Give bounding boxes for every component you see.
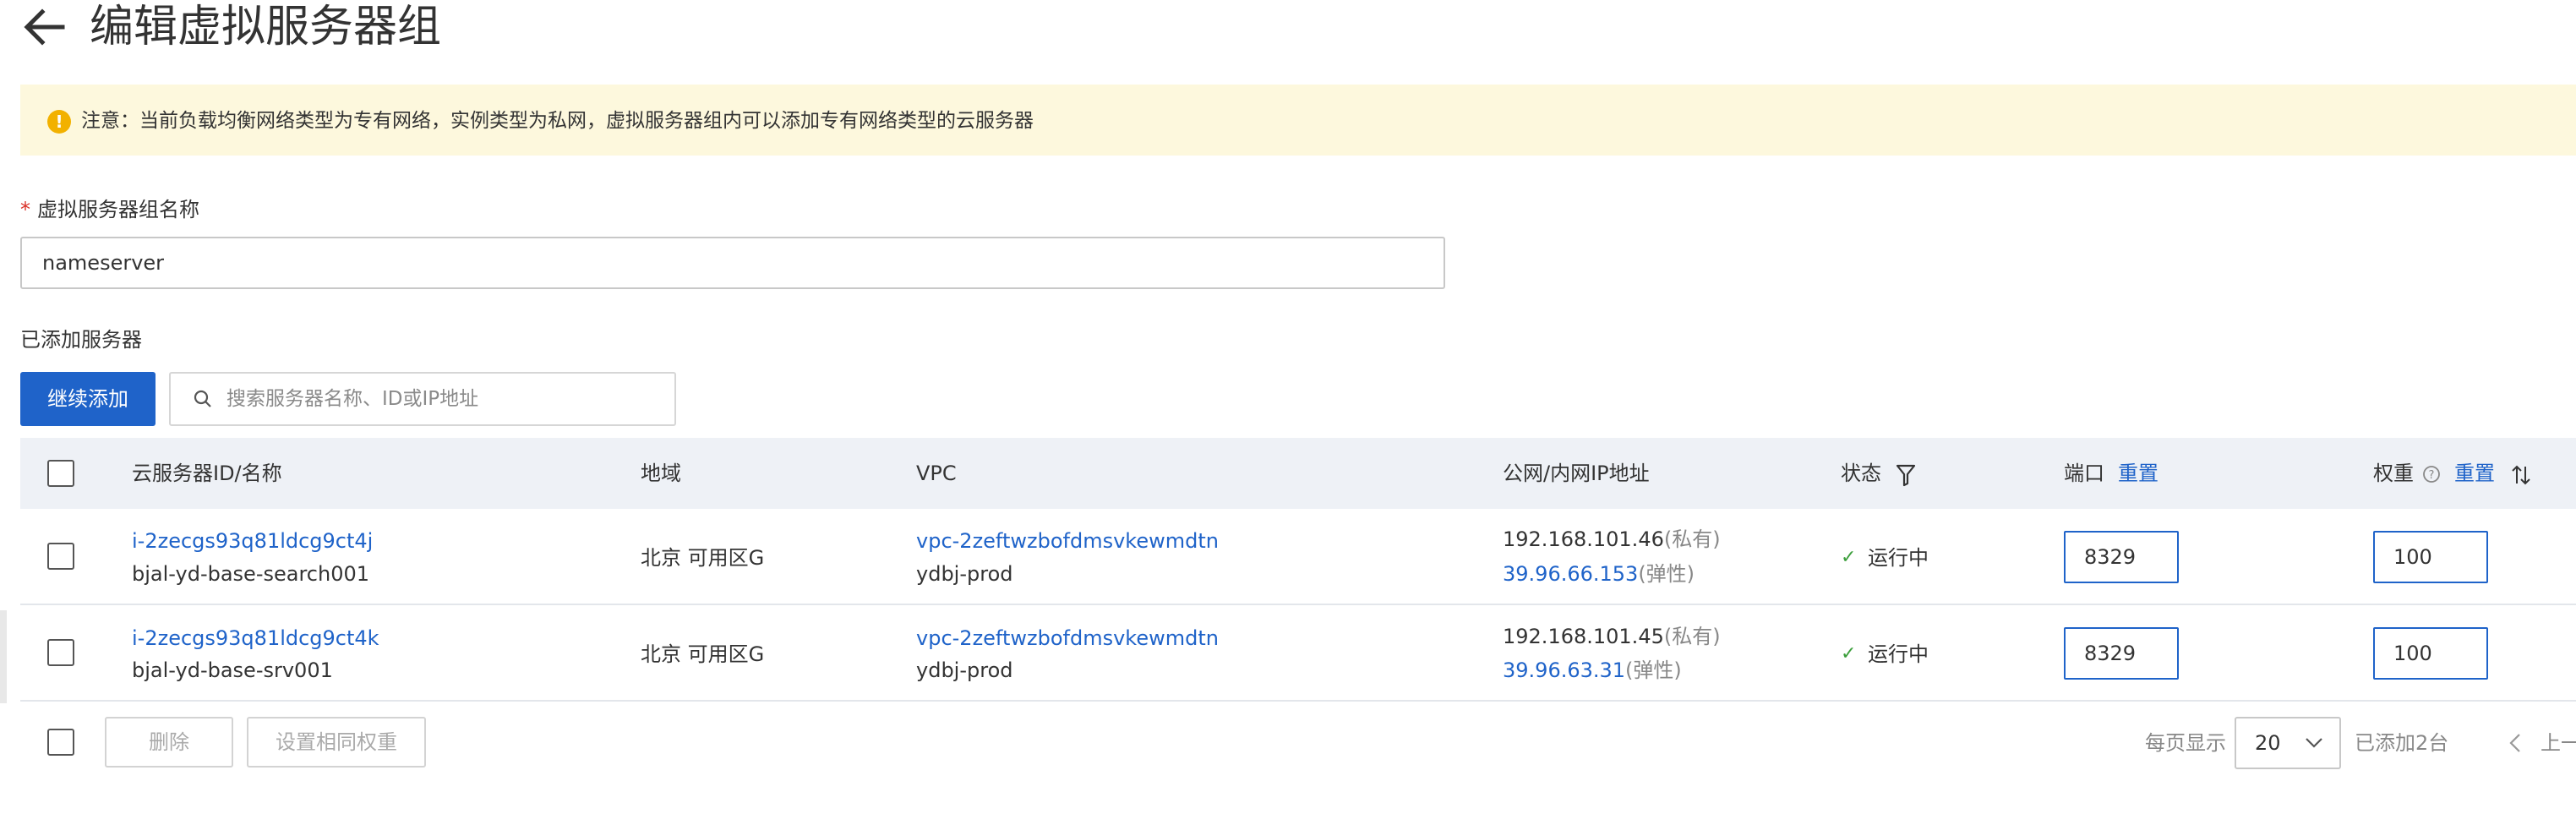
public-ip: 39.96.63.31(弹性) (1503, 653, 1682, 687)
region-cell: 北京 可用区G (641, 546, 765, 570)
search-icon (194, 390, 211, 407)
table-row (20, 509, 2576, 605)
search-input[interactable] (226, 377, 666, 421)
vpc-name: ydbj-prod (916, 658, 1013, 682)
public-ip-tag: (弹性) (1625, 658, 1682, 682)
port-input[interactable] (2064, 531, 2179, 583)
col-weight: 权重 (2373, 462, 2414, 485)
prev-page-link[interactable]: 上一 (2541, 726, 2576, 760)
page-size-value: 20 (2255, 731, 2281, 755)
group-name-label: * 虚拟服务器组名称 (20, 194, 199, 225)
weight-input[interactable] (2373, 531, 2488, 583)
delete-button[interactable]: 删除 (105, 717, 233, 768)
public-ip-link[interactable]: 39.96.66.153 (1503, 562, 1638, 586)
added-count: 已添加2台 (2355, 731, 2449, 755)
help-icon[interactable]: ? (2422, 465, 2441, 484)
col-server: 云服务器ID/名称 (132, 462, 282, 485)
status-text: 运行中 (1868, 546, 1929, 570)
set-same-weight-button[interactable]: 设置相同权重 (247, 717, 426, 768)
page-title: 编辑虚拟服务器组 (90, 2, 442, 52)
back-arrow-icon[interactable] (20, 3, 68, 51)
vpc-id-link[interactable]: vpc-2zeftwzbofdmsvkewmdtn (916, 621, 1219, 655)
instance-name: bjal-yd-base-srv001 (132, 658, 333, 682)
private-ip-tag: (私有) (1663, 625, 1721, 648)
instance-id-link[interactable]: i-2zecgs93q81ldcg9ct4j (132, 524, 373, 558)
vpc-id-link[interactable]: vpc-2zeftwzbofdmsvkewmdtn (916, 524, 1219, 558)
chevron-left-icon[interactable] (2508, 732, 2522, 754)
check-icon: ✓ (1841, 547, 1857, 568)
instance-name: bjal-yd-base-search001 (132, 562, 370, 586)
chevron-down-icon (2306, 738, 2322, 748)
private-ip: 192.168.101.45(私有) (1503, 620, 1721, 653)
public-ip-link[interactable]: 39.96.63.31 (1503, 658, 1625, 682)
table-row (20, 605, 2576, 702)
private-ip-tag: (私有) (1663, 527, 1721, 551)
warning-icon: ! (47, 110, 71, 134)
col-status: 状态 (1841, 462, 1881, 485)
select-all-checkbox[interactable] (47, 460, 74, 487)
port-reset-link[interactable]: 重置 (2118, 459, 2158, 488)
vpc-name: ydbj-prod (916, 562, 1013, 586)
private-ip: 192.168.101.46(私有) (1503, 522, 1721, 556)
per-page-label: 每页显示 (2145, 731, 2226, 755)
col-vpc: VPC (916, 462, 957, 485)
col-region: 地域 (641, 462, 681, 485)
continue-add-button[interactable]: 继续添加 (20, 372, 156, 426)
weight-reset-link[interactable]: 重置 (2454, 459, 2495, 488)
row-checkbox[interactable] (47, 639, 74, 666)
table-header (20, 438, 2576, 509)
public-ip-tag: (弹性) (1638, 562, 1695, 586)
check-icon: ✓ (1841, 643, 1857, 664)
status-text: 运行中 (1868, 642, 1929, 666)
svg-text:?: ? (2429, 469, 2435, 482)
notice-text: 注意：当前负载均衡网络类型为专有网络，实例类型为私网，虚拟服务器组内可以添加专有… (81, 110, 1034, 132)
col-port: 端口 (2064, 462, 2104, 485)
instance-id-link[interactable]: i-2zecgs93q81ldcg9ct4k (132, 621, 379, 655)
sort-icon[interactable] (2510, 463, 2532, 487)
row-checkbox[interactable] (47, 543, 74, 570)
added-servers-label: 已添加服务器 (20, 328, 142, 352)
port-input[interactable] (2064, 627, 2179, 680)
private-ip-value: 192.168.101.46 (1503, 527, 1664, 551)
group-name-label-text: 虚拟服务器组名称 (37, 198, 199, 221)
col-ip: 公网/内网IP地址 (1503, 462, 1650, 485)
private-ip-value: 192.168.101.45 (1503, 625, 1664, 648)
footer-select-all-checkbox[interactable] (47, 729, 74, 756)
required-mark: * (20, 198, 30, 221)
group-name-input[interactable] (20, 237, 1445, 289)
public-ip: 39.96.66.153(弹性) (1503, 557, 1695, 591)
filter-icon[interactable] (1895, 463, 1917, 487)
region-cell: 北京 可用区G (641, 642, 765, 666)
page-size-select[interactable] (2235, 717, 2341, 769)
side-scroll-strip (0, 610, 7, 703)
weight-input[interactable] (2373, 627, 2488, 680)
